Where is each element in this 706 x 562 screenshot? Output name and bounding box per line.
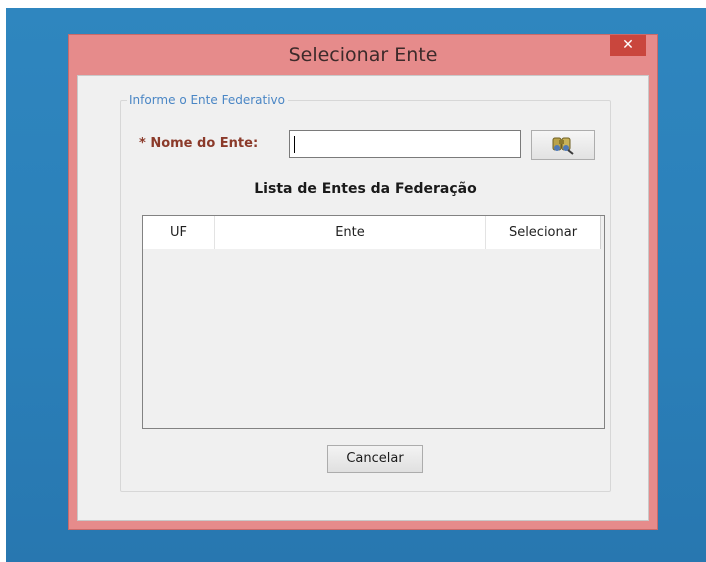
search-button[interactable] bbox=[531, 130, 595, 160]
dialog-titlebar[interactable]: Selecionar Ente ✕ bbox=[69, 35, 657, 75]
column-header-uf[interactable]: UF bbox=[143, 216, 215, 249]
list-title: Lista de Entes da Federação bbox=[254, 181, 477, 197]
cancel-button[interactable]: Cancelar bbox=[327, 445, 423, 473]
select-ente-dialog: Selecionar Ente ✕ Informe o Ente Federat… bbox=[68, 34, 658, 530]
table-header: UF Ente Selecionar bbox=[143, 216, 601, 249]
entes-table: UF Ente Selecionar bbox=[142, 215, 605, 429]
column-header-selecionar[interactable]: Selecionar bbox=[486, 216, 601, 249]
close-button[interactable]: ✕ bbox=[610, 35, 646, 56]
dialog-content: Informe o Ente Federativo * Nome do Ente… bbox=[77, 75, 649, 521]
dialog-title: Selecionar Ente bbox=[288, 44, 438, 66]
ente-name-input[interactable] bbox=[289, 130, 521, 158]
text-caret bbox=[294, 136, 295, 153]
binoculars-search-icon bbox=[552, 137, 574, 155]
groupbox-title: Informe o Ente Federativo bbox=[127, 92, 288, 108]
close-icon: ✕ bbox=[622, 37, 634, 53]
ente-groupbox: Informe o Ente Federativo * Nome do Ente… bbox=[120, 92, 611, 492]
ente-name-label: * Nome do Ente: bbox=[139, 136, 259, 151]
column-header-ente[interactable]: Ente bbox=[215, 216, 486, 249]
